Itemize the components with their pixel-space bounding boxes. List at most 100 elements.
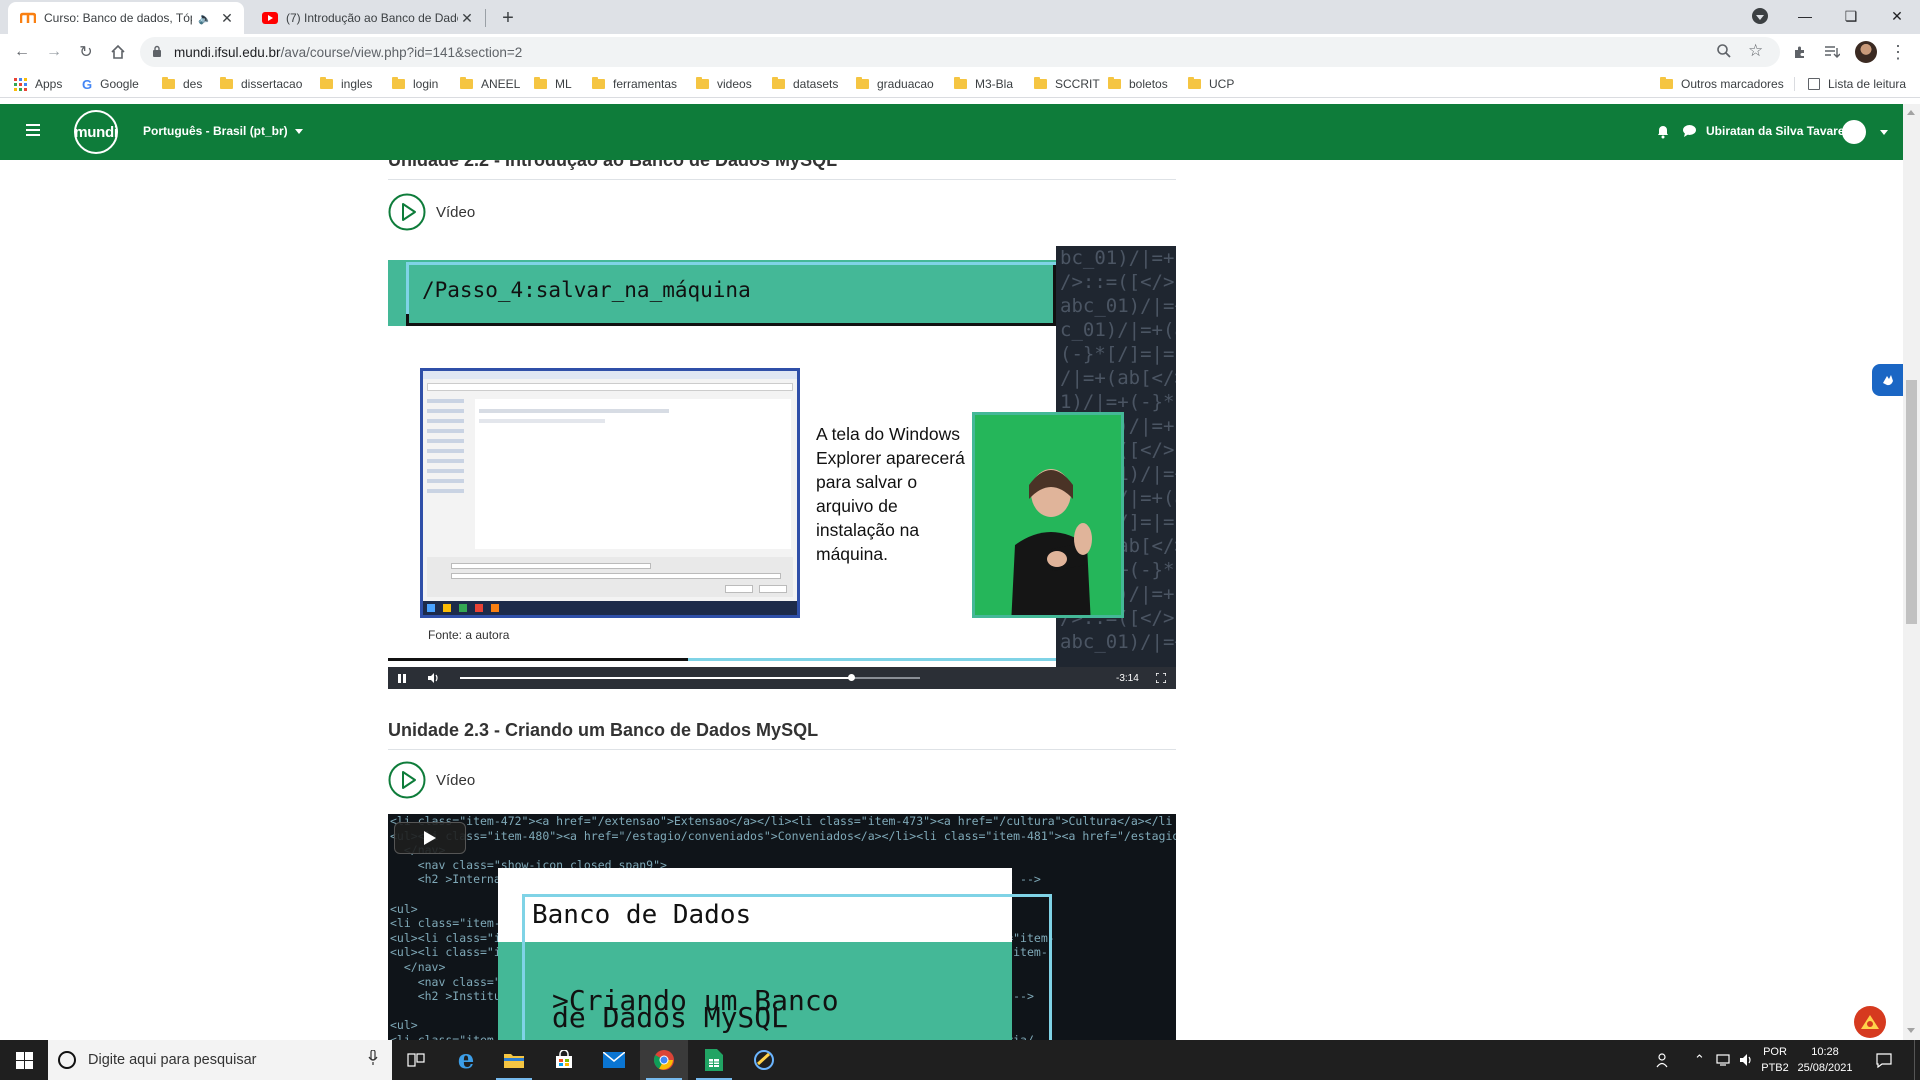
page-scrollbar[interactable]	[1903, 104, 1920, 1040]
user-menu-name[interactable]: Ubiratan da Silva Tavares	[1706, 124, 1851, 138]
app-pinned-icon[interactable]	[740, 1040, 788, 1080]
bookmark-google[interactable]: G Google	[82, 75, 139, 93]
seek-handle[interactable]	[848, 674, 855, 681]
folder-icon	[954, 77, 967, 89]
chrome-taskbar-icon[interactable]	[640, 1040, 688, 1080]
hamburger-menu-icon[interactable]	[26, 124, 40, 136]
profile-avatar[interactable]	[1852, 38, 1880, 66]
bookmark-folder-ingles[interactable]: ingles	[320, 75, 372, 93]
bookmark-folder-ml[interactable]: ML	[534, 75, 572, 93]
home-icon[interactable]	[104, 38, 132, 66]
tab-course[interactable]: Curso: Banco de dados, Tópi 🔈 ✕	[8, 2, 244, 34]
lock-icon[interactable]	[152, 45, 162, 63]
cortana-icon	[58, 1051, 76, 1069]
reading-list-button[interactable]: Lista de leitura	[1808, 75, 1906, 93]
video-play-icon	[388, 193, 426, 231]
file-explorer-icon[interactable]	[490, 1040, 538, 1080]
section-title[interactable]: Unidade 2.2 - Introdução ao Banco de Dad…	[388, 160, 837, 171]
close-tab-icon[interactable]: ✕	[458, 9, 476, 27]
windows-start-icon[interactable]	[0, 1040, 48, 1080]
audio-playing-icon[interactable]: 🔈	[198, 12, 212, 25]
bookmark-other-bookmarks[interactable]: Outros marcadores	[1660, 75, 1784, 93]
speaker-icon[interactable]	[1740, 1040, 1754, 1080]
system-clock[interactable]: 10:28 25/08/2021	[1790, 1044, 1860, 1076]
user-menu-caret-icon[interactable]	[1880, 130, 1888, 135]
input-language-indicator[interactable]: POR PTB2	[1758, 1044, 1792, 1076]
restore-icon[interactable]: ❏	[1828, 0, 1874, 32]
forward-icon[interactable]: →	[40, 38, 68, 66]
language-selector[interactable]: Português - Brasil (pt_br)	[143, 124, 304, 138]
video-activity-link[interactable]: Vídeo	[388, 192, 475, 232]
tab-search-icon[interactable]	[1752, 8, 1768, 24]
site-logo[interactable]: mundi	[74, 110, 118, 154]
bookmark-folder-graduacao[interactable]: graduacao	[856, 75, 934, 93]
section-divider	[388, 749, 1176, 750]
section-title[interactable]: Unidade 2.3 - Criando um Banco de Dados …	[388, 720, 818, 741]
store-icon[interactable]	[540, 1040, 588, 1080]
interpreter-figure-icon	[1011, 469, 1092, 615]
bookmark-folder-datasets[interactable]: datasets	[772, 75, 838, 93]
volume-icon[interactable]	[428, 671, 439, 685]
network-icon[interactable]	[1716, 1040, 1732, 1080]
activity-label: Vídeo	[436, 771, 476, 789]
bookmark-folder-des[interactable]: des	[162, 75, 202, 93]
notifications-bell-icon[interactable]	[1656, 124, 1670, 144]
close-window-icon[interactable]: ✕	[1874, 0, 1920, 32]
back-icon[interactable]: ←	[8, 38, 36, 66]
reload-icon[interactable]: ↻	[72, 38, 100, 66]
close-tab-icon[interactable]: ✕	[218, 9, 236, 27]
sign-language-hands-icon	[1882, 375, 1893, 386]
notification-center-icon[interactable]	[1876, 1040, 1892, 1080]
folder-icon	[1188, 77, 1201, 89]
video-controls: -3:14	[388, 667, 1176, 689]
bookmark-folder-ucp[interactable]: UCP	[1188, 75, 1234, 93]
scroll-down-arrow-icon[interactable]	[1907, 1028, 1915, 1033]
minimize-icon[interactable]: —	[1782, 0, 1828, 32]
bookmark-folder-videos[interactable]: videos	[696, 75, 752, 93]
edge-icon[interactable]: e	[442, 1040, 490, 1080]
microphone-icon[interactable]	[368, 1048, 378, 1071]
messages-icon[interactable]	[1682, 124, 1697, 143]
reading-queue-icon[interactable]	[1818, 38, 1846, 66]
bookmark-folder-aneel[interactable]: ANEEL	[460, 75, 520, 93]
new-tab-button[interactable]: +	[496, 6, 520, 30]
address-bar[interactable]: mundi.ifsul.edu.br/ava/course/view.php?i…	[140, 37, 1780, 67]
chrome-menu-icon[interactable]: ⋮	[1884, 38, 1912, 66]
bookmark-folder-ferramentas[interactable]: ferramentas	[592, 75, 677, 93]
help-chat-icon[interactable]	[1854, 1006, 1886, 1038]
vlibras-accessibility-button[interactable]	[1872, 364, 1903, 396]
sheets-icon[interactable]	[690, 1040, 738, 1080]
video-player-unit-2-3[interactable]: <li class="item-472"><a href="/extensao"…	[388, 814, 1176, 1040]
folder-icon	[320, 77, 333, 89]
mail-icon[interactable]	[590, 1040, 638, 1080]
bookmark-folder-m3-bla[interactable]: M3-Bla	[954, 75, 1013, 93]
bookmark-folder-sccrit[interactable]: SCCRIT	[1034, 75, 1100, 93]
browser-toolbar: ← → ↻ mundi.ifsul.edu.br/ava/course/view…	[0, 34, 1920, 70]
scroll-up-arrow-icon[interactable]	[1907, 110, 1915, 115]
people-icon[interactable]	[1656, 1040, 1672, 1080]
user-avatar[interactable]	[1842, 120, 1866, 144]
bookmark-apps[interactable]: Apps	[14, 75, 62, 93]
bookmark-folder-login[interactable]: login	[392, 75, 438, 93]
video-activity-link[interactable]: Vídeo	[388, 760, 475, 800]
pause-icon[interactable]	[398, 671, 406, 685]
tab-youtube[interactable]: (7) Introdução ao Banco de Dado ✕	[250, 2, 484, 34]
bookmark-folder-dissertacao[interactable]: dissertacao	[220, 75, 302, 93]
fullscreen-icon[interactable]	[1156, 671, 1166, 685]
folder-icon	[1034, 77, 1047, 89]
bookmark-label: Google	[100, 77, 139, 91]
zoom-icon[interactable]	[1716, 43, 1732, 64]
video-caption: A tela do Windows Explorer aparecerá par…	[816, 424, 965, 564]
seek-bar-played	[460, 677, 851, 679]
scrollbar-thumb[interactable]	[1906, 380, 1917, 624]
task-view-icon[interactable]	[392, 1040, 440, 1080]
extensions-icon[interactable]	[1786, 38, 1814, 66]
bookmark-star-icon[interactable]: ☆	[1748, 41, 1763, 61]
bookmark-folder-boletos[interactable]: boletos	[1108, 75, 1168, 93]
video-player-unit-2-2[interactable]: bc_01)/|=+( />::=([</>]* abc_01)/|=+( c_…	[388, 246, 1176, 689]
show-hidden-icons-icon[interactable]: ⌃	[1694, 1040, 1705, 1080]
show-desktop-button[interactable]	[1914, 1040, 1915, 1080]
bookmark-label: Apps	[35, 77, 63, 91]
play-button[interactable]	[394, 822, 466, 854]
taskbar-search-box[interactable]: Digite aqui para pesquisar	[48, 1040, 392, 1080]
